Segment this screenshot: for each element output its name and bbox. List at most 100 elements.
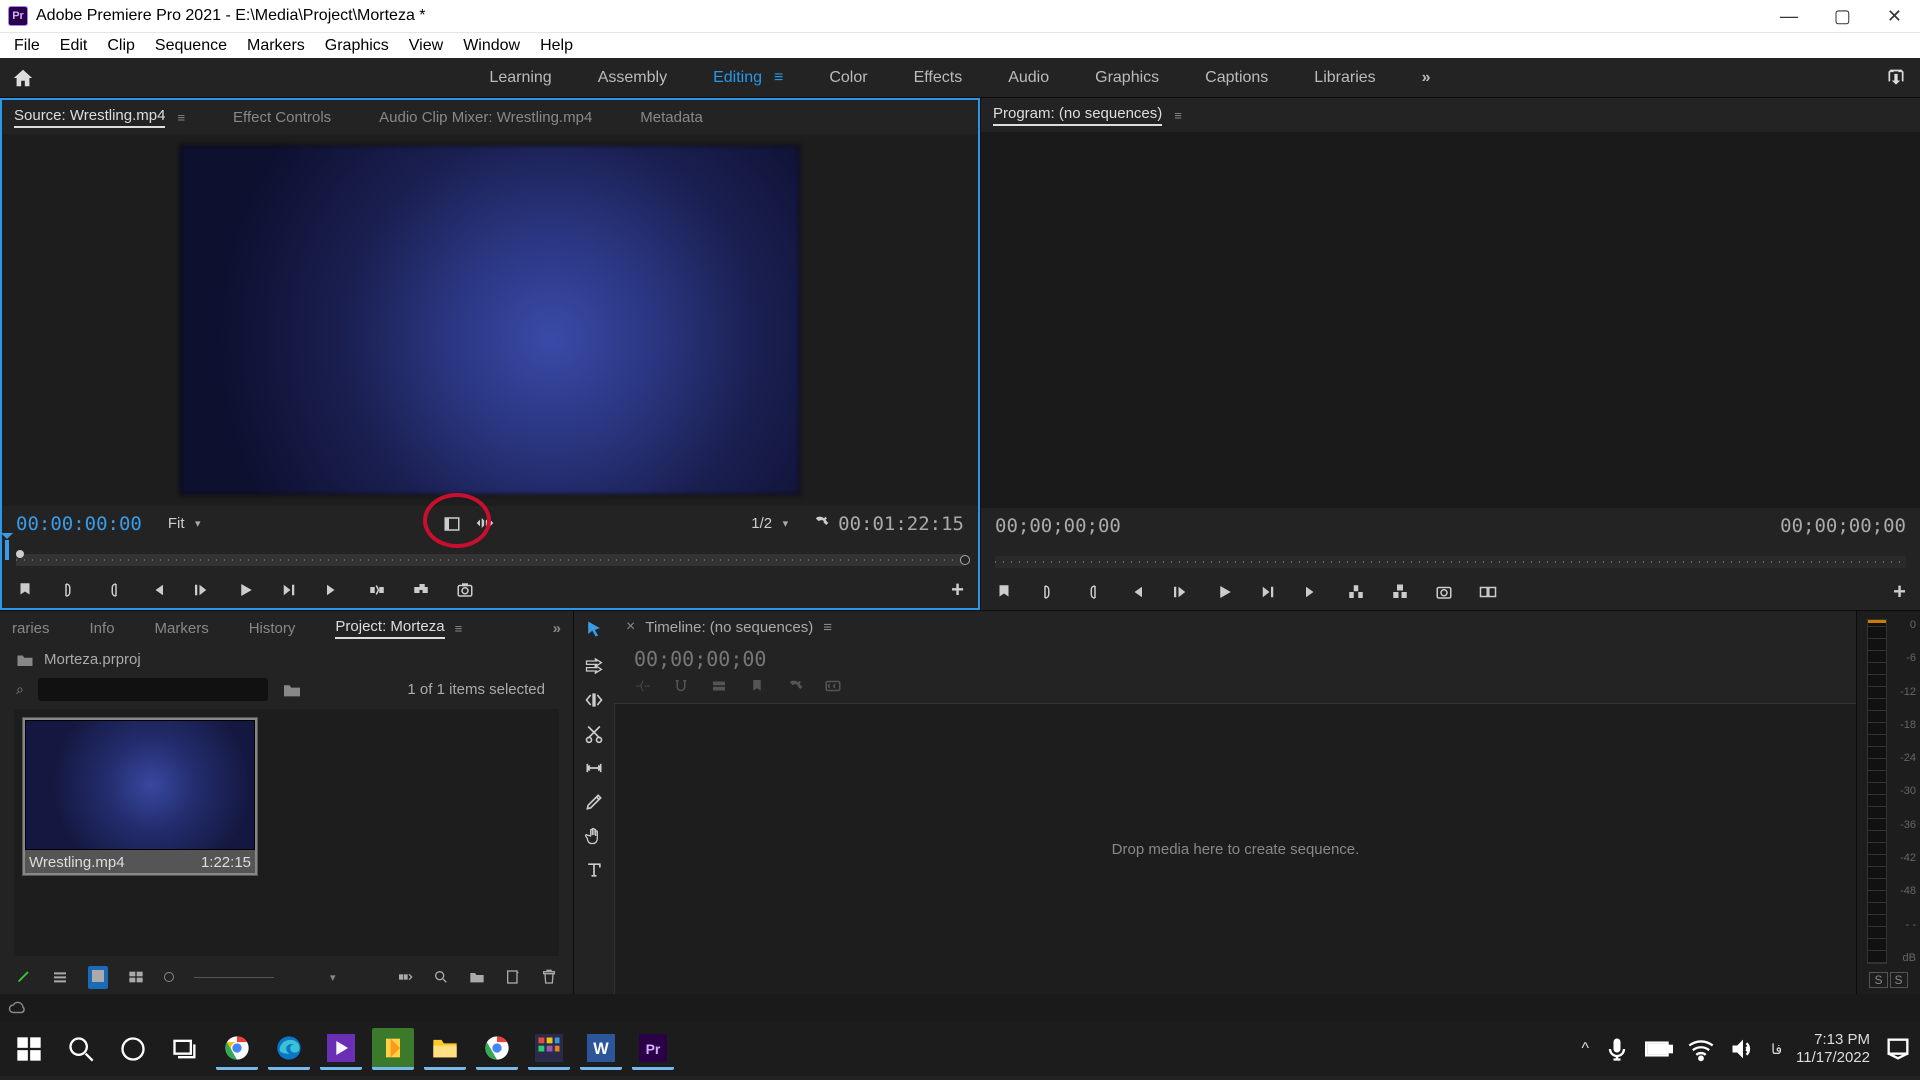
program-scrubber[interactable] — [981, 544, 1920, 574]
ripple-edit-tool-icon[interactable] — [584, 690, 604, 710]
workspace-audio[interactable]: Audio — [1008, 69, 1049, 87]
add-marker-icon[interactable] — [995, 583, 1013, 601]
tab-program[interactable]: Program: (no sequences) — [993, 105, 1162, 126]
zoom-slider-handle[interactable] — [164, 972, 174, 982]
overwrite-icon[interactable] — [412, 581, 430, 599]
add-marker-icon[interactable] — [748, 677, 766, 695]
menu-sequence[interactable]: Sequence — [145, 37, 237, 55]
tray-overflow-icon[interactable]: ^ — [1582, 1040, 1590, 1058]
project-tab-menu-icon[interactable]: ≡ — [455, 621, 463, 636]
volume-tray-icon[interactable] — [1729, 1035, 1757, 1063]
insert-icon[interactable] — [368, 581, 386, 599]
razor-tool-icon[interactable] — [584, 724, 604, 744]
menu-window[interactable]: Window — [453, 37, 530, 55]
program-timecode-current[interactable]: 00;00;00;00 — [995, 515, 1121, 537]
media-player-taskbar-icon[interactable] — [320, 1028, 362, 1070]
workspace-overflow-icon[interactable]: » — [1422, 69, 1431, 87]
menu-file[interactable]: File — [4, 37, 50, 55]
comparison-view-icon[interactable] — [1479, 583, 1497, 601]
tab-libraries-partial[interactable]: raries — [12, 620, 50, 637]
workspace-graphics[interactable]: Graphics — [1095, 69, 1159, 87]
menu-edit[interactable]: Edit — [50, 37, 98, 55]
insert-mode-icon[interactable] — [634, 677, 652, 695]
selection-tool-icon[interactable] — [584, 619, 604, 639]
source-timecode-current[interactable]: 00:00:00:00 — [16, 513, 142, 535]
zoom-handle-left[interactable] — [16, 550, 24, 558]
workspace-editing[interactable]: Editing — [713, 69, 762, 87]
mark-out-icon[interactable] — [1083, 583, 1101, 601]
source-resolution-select[interactable]: 1/2 — [745, 513, 792, 534]
language-indicator[interactable]: فا — [1771, 1041, 1782, 1058]
task-view-button[interactable] — [164, 1028, 206, 1070]
zoom-slider-track[interactable] — [194, 977, 274, 978]
tab-source[interactable]: Source: Wrestling.mp4 — [14, 107, 165, 128]
source-playhead[interactable] — [5, 540, 9, 560]
pen-tool-icon[interactable] — [584, 792, 604, 812]
new-bin-from-search-icon[interactable] — [282, 682, 302, 698]
program-tab-menu-icon[interactable]: ≡ — [1174, 108, 1182, 123]
write-mode-icon[interactable] — [16, 968, 32, 984]
workspace-captions[interactable]: Captions — [1205, 69, 1268, 87]
list-view-icon[interactable] — [52, 969, 68, 985]
source-settings-icon[interactable] — [812, 513, 830, 531]
find-icon[interactable] — [433, 969, 449, 985]
button-editor-plus-icon[interactable]: + — [951, 577, 964, 603]
slip-tool-icon[interactable] — [584, 758, 604, 778]
mark-out-icon[interactable] — [104, 581, 122, 599]
tab-project[interactable]: Project: Morteza — [335, 618, 444, 639]
chrome-taskbar-icon[interactable] — [216, 1028, 258, 1070]
tab-markers[interactable]: Markers — [155, 620, 209, 637]
freeform-view-icon[interactable] — [128, 969, 144, 985]
linked-selection-icon[interactable] — [710, 677, 728, 695]
panel-overflow-icon[interactable]: » — [553, 620, 561, 637]
workspace-effects[interactable]: Effects — [914, 69, 963, 87]
export-frame-icon[interactable] — [1435, 583, 1453, 601]
mark-in-icon[interactable] — [1039, 583, 1057, 601]
tab-history[interactable]: History — [249, 620, 296, 637]
automate-to-sequence-icon[interactable] — [397, 969, 413, 985]
menu-graphics[interactable]: Graphics — [315, 37, 399, 55]
button-editor-plus-icon[interactable]: + — [1893, 579, 1906, 605]
menu-markers[interactable]: Markers — [237, 37, 315, 55]
workspace-learning[interactable]: Learning — [489, 69, 551, 87]
play-icon[interactable] — [236, 581, 254, 599]
go-to-out-icon[interactable] — [1303, 583, 1321, 601]
play-icon[interactable] — [1215, 583, 1233, 601]
solo-left-button[interactable]: S — [1869, 972, 1887, 988]
close-button[interactable]: ✕ — [1887, 6, 1902, 27]
go-to-in-icon[interactable] — [148, 581, 166, 599]
step-back-icon[interactable] — [1171, 583, 1189, 601]
taskbar-clock[interactable]: 7:13 PM 11/17/2022 — [1796, 1031, 1870, 1067]
project-bin-area[interactable]: Wrestling.mp4 1:22:15 — [14, 709, 559, 956]
tab-timeline[interactable]: Timeline: (no sequences) — [645, 619, 813, 636]
start-button[interactable] — [8, 1028, 50, 1070]
tab-metadata[interactable]: Metadata — [640, 109, 703, 126]
timeline-drop-area[interactable]: Drop media here to create sequence. — [614, 703, 1856, 994]
timeline-timecode[interactable]: 00;00;00;00 — [614, 643, 1856, 675]
workspace-editing-menu-icon[interactable]: ≡ — [774, 69, 783, 87]
export-icon[interactable] — [1886, 68, 1906, 88]
maximize-button[interactable]: ▢ — [1834, 6, 1851, 27]
hand-tool-icon[interactable] — [584, 826, 604, 846]
type-tool-icon[interactable] — [584, 860, 604, 880]
home-icon[interactable] — [12, 67, 34, 89]
tab-audio-clip-mixer[interactable]: Audio Clip Mixer: Wrestling.mp4 — [379, 109, 592, 126]
source-video-area[interactable] — [2, 134, 978, 506]
clip-card[interactable]: Wrestling.mp4 1:22:15 — [22, 717, 258, 876]
menu-clip[interactable]: Clip — [97, 37, 145, 55]
source-scrubber[interactable] — [2, 542, 978, 572]
bin-icon[interactable] — [16, 652, 34, 668]
workspace-assembly[interactable]: Assembly — [598, 69, 667, 87]
delete-icon[interactable] — [541, 969, 557, 985]
captions-icon[interactable] — [824, 677, 842, 695]
extract-icon[interactable] — [1391, 583, 1409, 601]
step-forward-icon[interactable] — [280, 581, 298, 599]
zoom-handle-right[interactable] — [960, 555, 970, 565]
notifications-tray-icon[interactable] — [1884, 1035, 1912, 1063]
source-tab-menu-icon[interactable]: ≡ — [177, 110, 185, 125]
workspace-libraries[interactable]: Libraries — [1314, 69, 1375, 87]
add-marker-icon[interactable] — [16, 581, 34, 599]
premiere-taskbar-icon[interactable]: Pr — [632, 1028, 674, 1070]
battery-tray-icon[interactable] — [1645, 1035, 1673, 1063]
tab-info[interactable]: Info — [90, 620, 115, 637]
